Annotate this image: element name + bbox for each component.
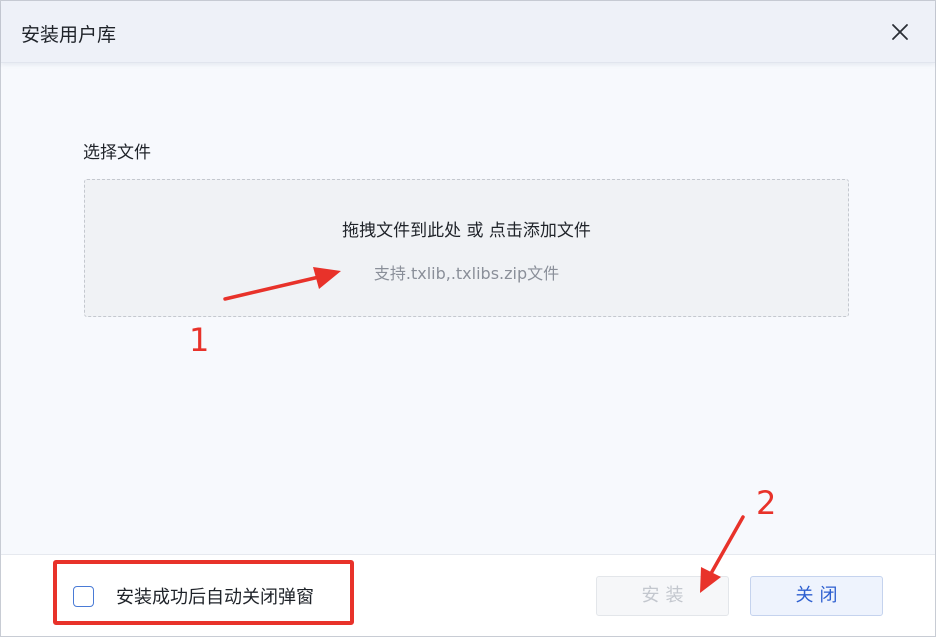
close-button[interactable]: 关闭 bbox=[750, 576, 883, 616]
close-icon[interactable] bbox=[887, 19, 913, 45]
dialog-header: 安装用户库 bbox=[1, 1, 935, 63]
dialog-footer: 安装成功后自动关闭弹窗 安装 关闭 bbox=[1, 554, 935, 636]
auto-close-label: 安装成功后自动关闭弹窗 bbox=[116, 587, 314, 608]
install-user-library-dialog: 安装用户库 选择文件 拖拽文件到此处 或 点击添加文件 支持.txlib,.tx… bbox=[0, 0, 936, 637]
select-file-label: 选择文件 bbox=[83, 143, 151, 163]
annotation-overlay bbox=[223, 267, 745, 593]
dropzone-hint-text: 支持.txlib,.txlibs.zip文件 bbox=[373, 264, 560, 283]
annotation-number-2: 2 bbox=[756, 484, 777, 522]
install-button[interactable]: 安装 bbox=[596, 576, 729, 616]
dropzone-main-text: 拖拽文件到此处 或 点击添加文件 bbox=[342, 221, 591, 241]
dialog-title: 安装用户库 bbox=[21, 24, 117, 46]
annotation-number-1: 1 bbox=[189, 321, 210, 359]
auto-close-checkbox-row[interactable]: 安装成功后自动关闭弹窗 bbox=[73, 583, 314, 609]
file-dropzone[interactable]: 拖拽文件到此处 或 点击添加文件 支持.txlib,.txlibs.zip文件 bbox=[84, 179, 849, 317]
auto-close-checkbox[interactable] bbox=[73, 585, 94, 607]
